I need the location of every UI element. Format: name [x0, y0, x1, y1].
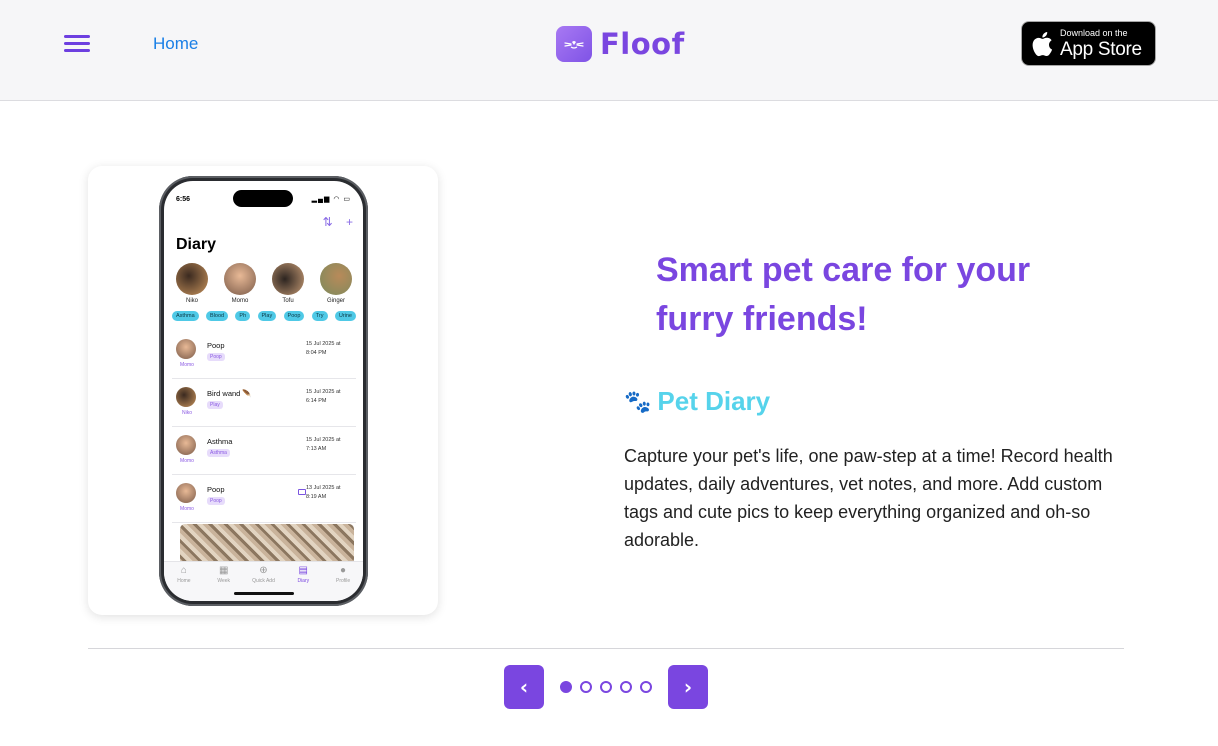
- carousel-next-button[interactable]: ›: [668, 665, 708, 709]
- status-icons: ▂▄▆ ◠ ▭: [311, 196, 351, 203]
- pet-avatars: Niko Momo Tofu Ginger: [174, 263, 354, 304]
- tab-diary: ▤ Diary: [285, 566, 321, 601]
- app-store-big-text: App Store: [1060, 38, 1142, 60]
- dynamic-island: [233, 190, 293, 207]
- pet-avatar: Ginger: [318, 263, 354, 304]
- photo-icon: [298, 489, 306, 495]
- divider: [88, 648, 1124, 649]
- hero-headline: Smart pet care for your furry friends!: [656, 251, 1031, 338]
- nav-home-link[interactable]: Home: [153, 34, 198, 54]
- carousel-dot[interactable]: [600, 681, 612, 693]
- carousel-dot[interactable]: [560, 681, 572, 693]
- home-indicator: [234, 592, 294, 595]
- house-icon: ⌂: [180, 565, 187, 576]
- logo-text: Floof: [600, 27, 685, 61]
- diary-entries: Momo Poop Poop 15 Jul 2025 at 8:04 PM Ni…: [172, 331, 356, 523]
- tag-chip: Play: [257, 311, 277, 321]
- feature-title: Pet Diary: [657, 386, 771, 416]
- phone-mockup: 6:56 ▂▄▆ ◠ ▭ ⇅ + Diary Niko Momo Tofu Gi…: [159, 176, 368, 606]
- profile-icon: ●: [340, 565, 347, 576]
- diary-entry: Momo Asthma Asthma 15 Jul 2025 at 7:13 A…: [172, 427, 356, 475]
- entry-photo: [180, 524, 354, 564]
- tag-filter-row: Asthma Blood Ph Play Poop Try Urine: [172, 311, 356, 321]
- diary-entry: Momo Poop Poop 15 Jul 2025 at 8:04 PM: [172, 331, 356, 379]
- cat-logo-icon: [556, 26, 592, 62]
- app-store-badge[interactable]: Download on the App Store: [1021, 21, 1156, 66]
- pet-avatar: Tofu: [270, 263, 306, 304]
- tag-chip: Urine: [334, 311, 356, 321]
- feature-heading: 🐾 Pet Diary: [624, 386, 770, 417]
- carousel-prev-button[interactable]: ‹: [504, 665, 544, 709]
- diary-icon: ▤: [298, 565, 308, 576]
- status-time: 6:56: [176, 196, 191, 203]
- feature-description: Capture your pet's life, one paw-step at…: [624, 446, 1113, 550]
- app-screenshot-card: 6:56 ▂▄▆ ◠ ▭ ⇅ + Diary Niko Momo Tofu Gi…: [88, 166, 438, 615]
- diary-entry: Momo Poop Poop 13 Jul 2025 at 8:19 AM: [172, 475, 356, 523]
- pet-avatar: Momo: [222, 263, 258, 304]
- diary-entry: Niko Bird wand 🪶 Play 15 Jul 2025 at 6:1…: [172, 379, 356, 427]
- tag-chip: Try: [311, 311, 328, 321]
- carousel-dot[interactable]: [580, 681, 592, 693]
- sort-add-icons: ⇅ +: [322, 215, 353, 229]
- calendar-icon: ▦: [218, 565, 229, 576]
- tag-chip: Asthma: [172, 311, 199, 321]
- tag-chip: Poop: [283, 311, 305, 321]
- tab-home: ⌂ Home: [166, 566, 202, 601]
- phone-tab-bar: ⌂ Home ▦ Week ⊕ Quick Add ▤ Diary ● Profile: [164, 561, 363, 601]
- apple-icon: [1032, 31, 1053, 56]
- carousel-dot[interactable]: [640, 681, 652, 693]
- tag-chip: Ph: [235, 311, 251, 321]
- pet-avatar: Niko: [174, 263, 210, 304]
- menu-icon[interactable]: [64, 34, 90, 54]
- tab-week: ▦ Week: [206, 566, 242, 601]
- paw-icon: 🐾: [624, 388, 652, 414]
- tab-profile: ● Profile: [325, 566, 361, 601]
- plus-circle-icon: ⊕: [259, 565, 268, 576]
- diary-title: Diary: [176, 236, 217, 253]
- site-header: Home Floof Download on the App Store: [0, 0, 1218, 101]
- carousel-dot[interactable]: [620, 681, 632, 693]
- phone-screen: 6:56 ▂▄▆ ◠ ▭ ⇅ + Diary Niko Momo Tofu Gi…: [164, 181, 363, 601]
- logo[interactable]: Floof: [556, 26, 685, 62]
- tag-chip: Blood: [206, 311, 229, 321]
- carousel-dots: [560, 681, 652, 693]
- tab-quick-add: ⊕ Quick Add: [245, 566, 281, 601]
- app-store-small-text: Download on the: [1060, 27, 1128, 38]
